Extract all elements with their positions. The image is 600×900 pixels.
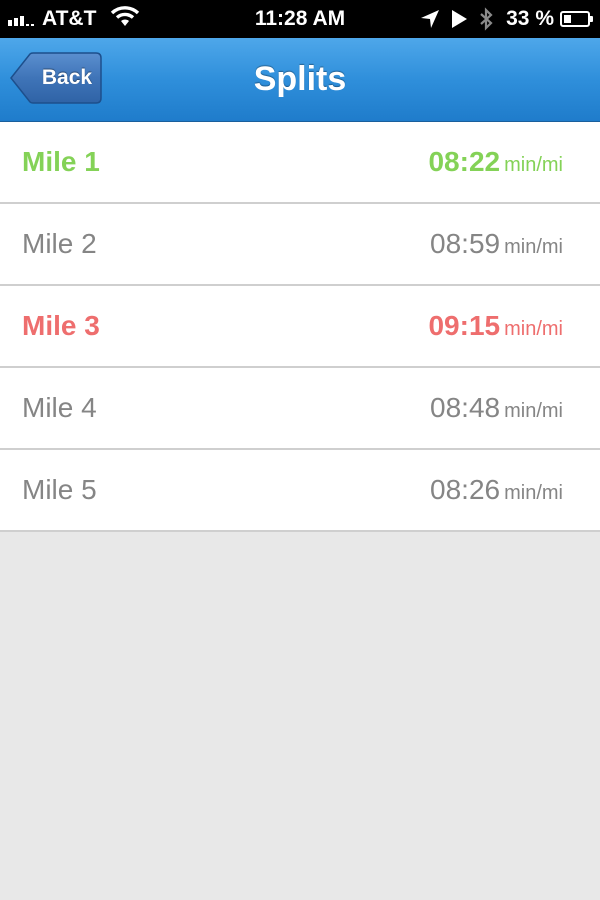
split-pace-unit: min/mi: [504, 482, 563, 504]
split-pace-unit: min/mi: [504, 154, 563, 176]
split-row[interactable]: Mile 5 08:26 min/mi: [0, 450, 600, 532]
battery-icon: [560, 11, 593, 27]
back-button[interactable]: Back: [10, 52, 102, 104]
carrier-name: AT&T: [42, 7, 97, 30]
split-mile-label: Mile 2: [22, 228, 97, 259]
split-pace-unit: min/mi: [504, 236, 563, 258]
bluetooth-icon: [480, 7, 493, 31]
splits-list: Mile 1 08:22 min/mi Mile 2 08:59 min/mi Mile 3…: [0, 122, 600, 532]
wifi-icon: [110, 5, 140, 33]
split-pace-value: 08:59 min/mi: [430, 204, 563, 284]
split-row[interactable]: Mile 2 08:59 min/mi: [0, 204, 600, 286]
status-bar-right: 33 %: [410, 0, 593, 38]
split-pace-value: 08:48 min/mi: [430, 368, 563, 448]
split-mile-label: Mile 3: [22, 310, 100, 341]
battery-percent: 33 %: [506, 7, 554, 30]
split-mile-label: Mile 1: [22, 146, 100, 177]
back-button-label: Back: [41, 66, 93, 89]
play-icon: [452, 10, 468, 28]
split-mile-label: Mile 5: [22, 474, 97, 505]
status-bar: AT&T 11:28 AM 33 %: [0, 0, 600, 38]
battery-level-fill: [564, 15, 572, 23]
location-arrow-icon: [421, 10, 440, 28]
split-pace: 09:15: [428, 310, 501, 341]
split-row[interactable]: Mile 1 08:22 min/mi: [0, 122, 600, 204]
split-pace-value: 08:22 min/mi: [428, 122, 563, 202]
navigation-bar: Splits Back: [0, 38, 600, 122]
signal-icon: [8, 12, 36, 26]
split-pace-unit: min/mi: [504, 318, 563, 340]
split-row[interactable]: Mile 4 08:48 min/mi: [0, 368, 600, 450]
status-bar-left: AT&T: [8, 0, 140, 38]
split-mile-label: Mile 4: [22, 392, 97, 423]
split-pace: 08:48: [430, 392, 501, 423]
split-pace: 08:59: [430, 228, 501, 259]
split-pace: 08:26: [430, 474, 501, 505]
split-row[interactable]: Mile 3 09:15 min/mi: [0, 286, 600, 368]
empty-background: [0, 532, 600, 900]
splits-screen: AT&T 11:28 AM 33 % Splits Back Mile 1 08…: [0, 0, 600, 900]
split-pace: 08:22: [428, 146, 501, 177]
split-pace-unit: min/mi: [504, 400, 563, 422]
split-pace-value: 09:15 min/mi: [428, 286, 563, 366]
split-pace-value: 08:26 min/mi: [430, 450, 563, 530]
